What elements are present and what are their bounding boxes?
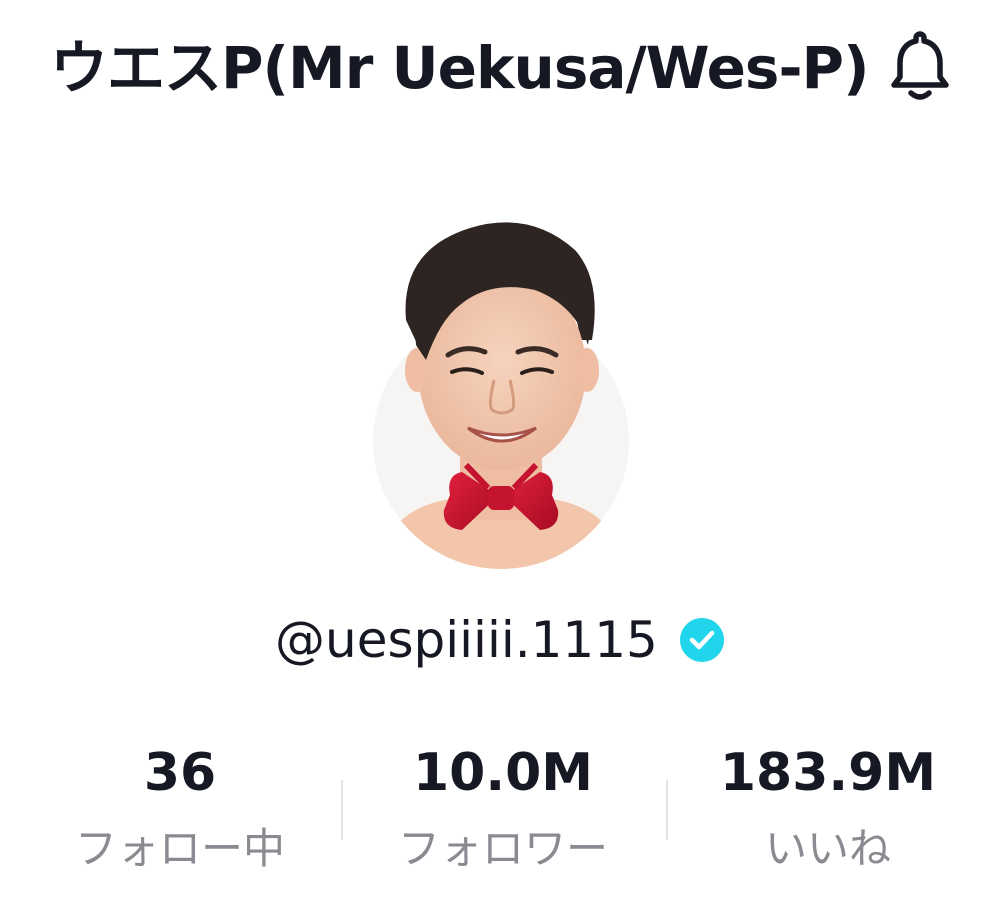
following-label: フォロー中 — [74, 824, 285, 873]
profile-stats: 36 フォロー中 10.0M フォロワー 183.9M いいね — [0, 735, 1000, 895]
bell-icon[interactable] — [880, 26, 960, 106]
stat-divider — [341, 780, 343, 840]
likes-count: 183.9M — [719, 743, 937, 803]
stat-likes[interactable]: 183.9M いいね — [668, 735, 988, 895]
avatar[interactable] — [370, 210, 632, 570]
handle-row: @uespiiiii.1115 — [0, 600, 1000, 680]
followers-count: 10.0M — [412, 743, 594, 803]
likes-label: いいね — [764, 824, 891, 873]
following-count: 36 — [143, 743, 217, 803]
page-title: ウエスP(Mr Uekusa/Wes-P) — [50, 34, 870, 102]
stat-divider — [666, 780, 668, 840]
stat-followers[interactable]: 10.0M フォロワー — [343, 735, 663, 895]
followers-label: フォロワー — [397, 824, 608, 873]
profile-page: ウエスP(Mr Uekusa/Wes-P) @uespiiiii.1115 36… — [0, 0, 1000, 922]
stat-following[interactable]: 36 フォロー中 — [20, 735, 340, 895]
username-handle[interactable]: @uespiiiii.1115 — [275, 600, 658, 680]
verified-badge-icon — [679, 617, 725, 663]
profile-header: ウエスP(Mr Uekusa/Wes-P) — [0, 0, 1000, 140]
